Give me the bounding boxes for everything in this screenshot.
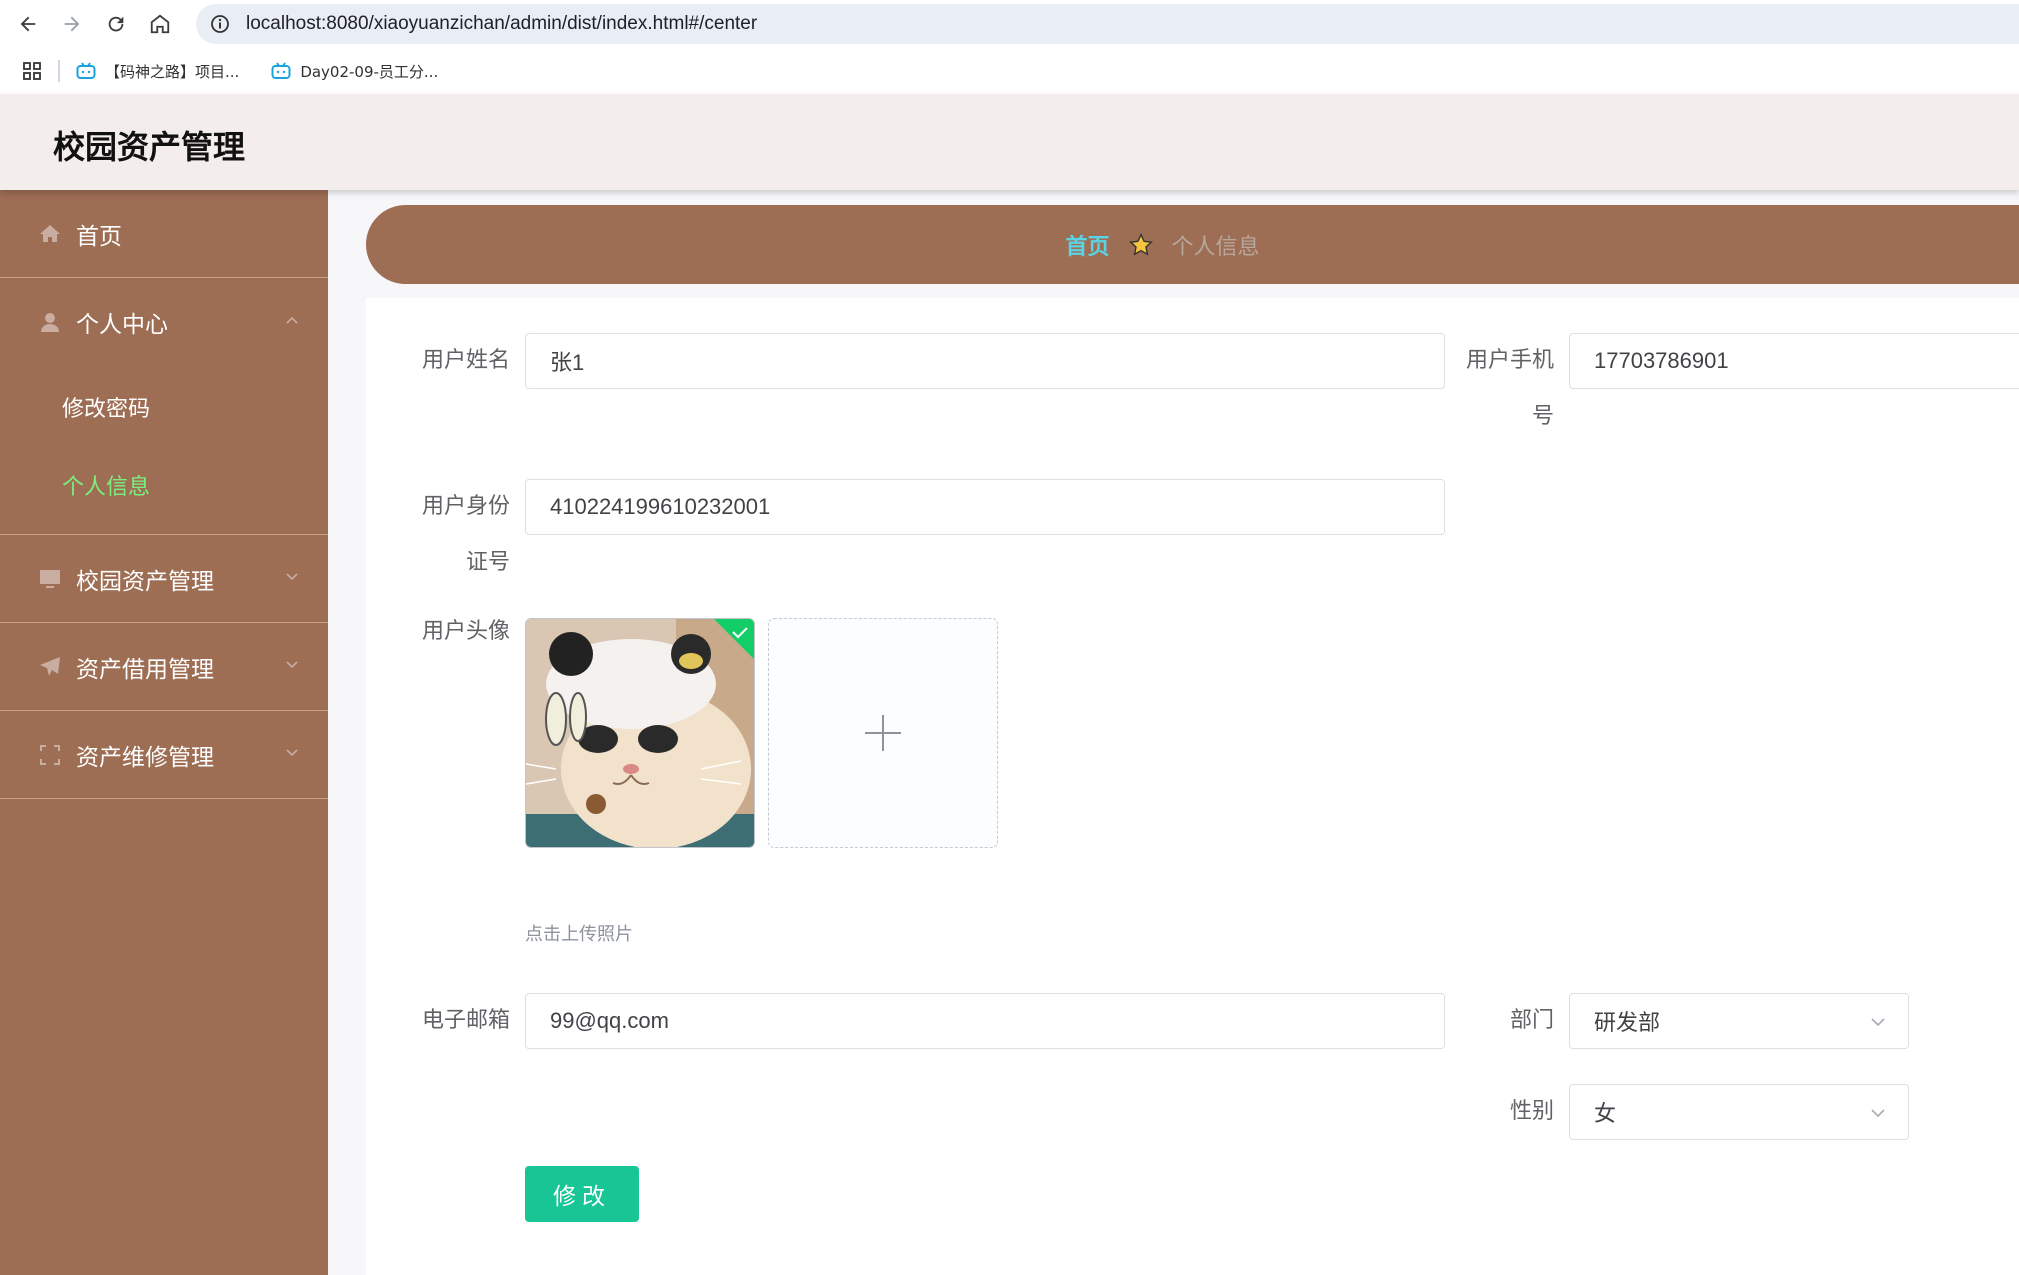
id-card-label: 用户身份 证号 [400,479,510,591]
reload-button[interactable] [94,2,138,46]
gender-label: 性别 [1509,1099,1554,1124]
bookmark-item[interactable]: Day02-09-员工分... [271,61,438,82]
cat-photo-image [526,619,754,847]
department-label: 部门 [1509,1008,1554,1033]
submenu-personal-center: 修改密码 个人信息 [0,366,328,535]
bookmark-item[interactable]: 【码神之路】项目... [76,61,239,82]
chevron-down-icon [286,573,298,581]
phone-input[interactable]: 17703786901 [1569,333,2019,389]
sidebar-item-label: 资产维修管理 [76,744,214,771]
forward-button[interactable] [50,2,94,46]
name-input[interactable]: 张1 [525,333,1445,389]
gender-value: 女 [1594,1101,1617,1126]
info-icon [211,15,229,33]
app-title: 校园资产管理 [53,129,246,165]
sidebar-item-borrow-management[interactable]: 资产借用管理 [0,623,328,711]
chevron-down-icon [286,661,298,669]
chevron-down-icon [286,749,298,757]
send-icon [38,655,62,679]
scan-icon [38,743,62,767]
home-browser-button[interactable] [138,2,182,46]
arrow-left-icon [20,16,36,32]
plus-icon [865,715,901,751]
bookmark-label: 【码神之路】项目... [105,62,240,81]
apps-grid-icon[interactable] [22,61,42,81]
upload-hint: 点击上传照片 [525,924,633,945]
home-icon [38,222,62,246]
sidebar-item-label: 首页 [76,223,122,250]
user-icon [38,310,62,334]
sidebar: 首页 个人中心 修改密码 个人信息 校园资产管理 资产借用管理 资产维修管理 [0,190,328,1275]
avatar-label: 用户头像 [421,619,510,644]
sidebar-item-label: 个人中心 [76,312,168,338]
app-header: 校园资产管理 [0,94,2019,190]
profile-form: 用户姓名 张1 用户手机 号 17703786901 用户身份 证号 41022… [366,298,2019,1275]
upload-button[interactable] [768,618,998,848]
sidebar-item-home[interactable]: 首页 [0,190,328,278]
sidebar-item-label: 校园资产管理 [76,568,214,595]
address-bar[interactable]: localhost:8080/xiaoyuanzichan/admin/dist… [196,4,2019,44]
sidebar-item-personal-center[interactable]: 个人中心 [0,278,328,366]
id-card-label-line2: 证号 [465,550,510,575]
breadcrumb-home[interactable]: 首页 [1065,229,1109,261]
department-select[interactable]: 研发部 [1569,993,1909,1049]
bookmark-divider [58,60,60,82]
phone-label: 用户手机 号 [1444,333,1554,445]
phone-label-line1: 用户手机 [1465,348,1554,373]
sidebar-item-label: 资产借用管理 [76,656,214,683]
gender-select[interactable]: 女 [1569,1084,1909,1140]
main-content: 首页 个人信息 用户姓名 张1 用户手机 号 17703786901 用户身份 … [328,190,2019,1275]
chevron-down-icon [1871,1018,1885,1027]
reload-icon [108,16,124,32]
id-card-label-line1: 用户身份 [421,494,510,519]
back-button[interactable] [6,2,50,46]
sidebar-item-personal-info[interactable]: 个人信息 [0,446,328,524]
name-label: 用户姓名 [421,348,510,373]
avatar-image[interactable] [525,618,755,848]
chevron-up-icon [286,316,298,324]
bookmark-label: Day02-09-员工分... [300,62,439,81]
breadcrumb-current: 个人信息 [1171,234,1260,260]
sidebar-item-asset-management[interactable]: 校园资产管理 [0,535,328,623]
arrow-right-icon [64,16,80,32]
bookmarks-bar: 【码神之路】项目... Day02-09-员工分... [0,48,2019,94]
breadcrumb: 首页 个人信息 [366,205,2019,284]
star-icon [1128,232,1153,256]
sidebar-item-change-password[interactable]: 修改密码 [0,368,328,446]
browser-toolbar: localhost:8080/xiaoyuanzichan/admin/dist… [0,0,2019,48]
id-card-input[interactable]: 410224199610232001 [525,479,1445,535]
department-value: 研发部 [1594,1010,1661,1035]
update-button[interactable]: 修改 [525,1166,639,1222]
bilibili-icon [76,62,96,79]
bilibili-icon [271,62,291,79]
phone-label-line2: 号 [1531,404,1554,429]
chevron-down-icon [1871,1109,1885,1118]
url-text: localhost:8080/xiaoyuanzichan/admin/dist… [246,13,758,34]
monitor-icon [38,567,62,591]
house-icon [150,14,170,34]
email-input[interactable]: 99@qq.com [525,993,1445,1049]
email-label: 电子邮箱 [421,1008,510,1033]
sidebar-item-repair-management[interactable]: 资产维修管理 [0,711,328,799]
